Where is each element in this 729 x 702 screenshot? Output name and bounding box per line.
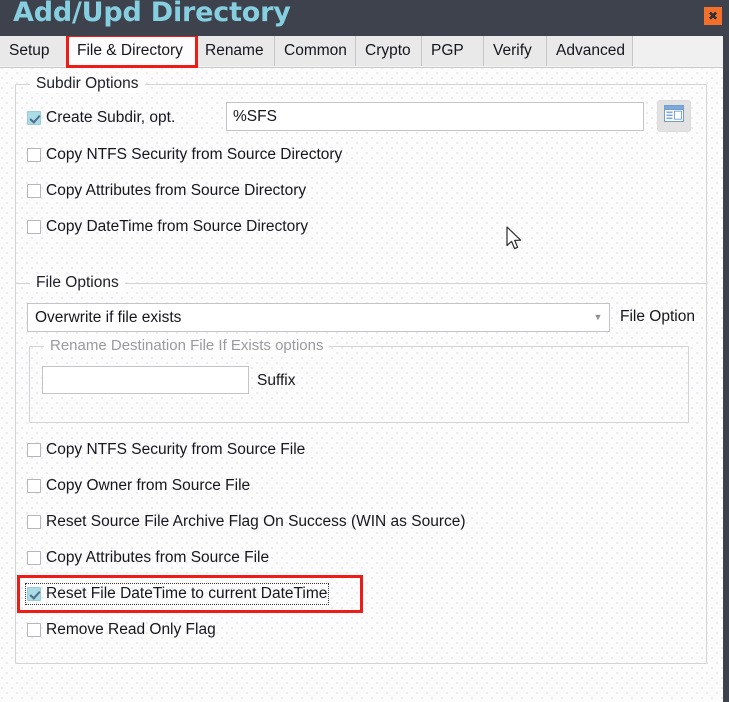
checkbox-label: Copy NTFS Security from Source Directory bbox=[46, 146, 343, 163]
copy-ntfs-security-from-source-file-checkbox[interactable]: Copy NTFS Security from Source File bbox=[27, 441, 305, 459]
checkbox-label: Remove Read Only Flag bbox=[46, 621, 216, 638]
checkbox-indicator[interactable] bbox=[27, 479, 41, 493]
checkbox-indicator[interactable] bbox=[27, 184, 41, 198]
checkbox-label: Copy NTFS Security from Source File bbox=[46, 441, 306, 458]
checkbox-label: Copy Owner from Source File bbox=[46, 477, 251, 494]
copy-owner-from-source-file-checkbox[interactable]: Copy Owner from Source File bbox=[27, 477, 250, 495]
tab-strip: Setup File & Directory Rename Common Cry… bbox=[0, 36, 723, 68]
file-options-legend: File Options bbox=[30, 274, 125, 292]
suffix-input[interactable] bbox=[42, 366, 249, 394]
remove-read-only-flag-checkbox[interactable]: Remove Read Only Flag bbox=[27, 621, 216, 639]
close-icon[interactable]: ✖ bbox=[704, 7, 722, 25]
copy-ntfs-security-from-source-directory-checkbox[interactable]: Copy NTFS Security from Source Directory bbox=[27, 146, 342, 164]
subdir-options-legend: Subdir Options bbox=[30, 75, 145, 93]
copy-attributes-from-source-file-checkbox[interactable]: Copy Attributes from Source File bbox=[27, 549, 269, 567]
checkbox-indicator[interactable] bbox=[27, 111, 41, 125]
window-title: Add/Upd Directory bbox=[13, 0, 291, 28]
checkbox-label: Copy DateTime from Source Directory bbox=[46, 218, 309, 235]
copy-datetime-from-source-directory-checkbox[interactable]: Copy DateTime from Source Directory bbox=[27, 218, 308, 236]
tab-verify[interactable]: Verify bbox=[484, 36, 547, 66]
checkbox-indicator[interactable] bbox=[27, 623, 41, 637]
tab-setup[interactable]: Setup bbox=[0, 36, 68, 66]
tab-advanced[interactable]: Advanced bbox=[547, 36, 633, 66]
file-option-label: File Option bbox=[620, 308, 695, 325]
copy-attributes-from-source-directory-checkbox[interactable]: Copy Attributes from Source Directory bbox=[27, 182, 306, 200]
suffix-label: Suffix bbox=[257, 372, 296, 389]
file-option-value: Overwrite if file exists bbox=[35, 308, 182, 326]
add-upd-directory-window: Add/Upd Directory ✖ Setup File & Directo… bbox=[0, 0, 729, 702]
subdir-browse-button[interactable] bbox=[657, 100, 691, 132]
client-area: Setup File & Directory Rename Common Cry… bbox=[0, 36, 723, 702]
checkbox-indicator[interactable] bbox=[27, 587, 41, 601]
checkbox-indicator[interactable] bbox=[27, 443, 41, 457]
checkbox-label: Reset Source File Archive Flag On Succes… bbox=[46, 513, 466, 530]
rename-destination-legend: Rename Destination File If Exists option… bbox=[44, 337, 330, 354]
checkbox-indicator[interactable] bbox=[27, 515, 41, 529]
create-subdir-checkbox[interactable]: Create Subdir, opt. bbox=[27, 109, 175, 127]
window-browse-icon bbox=[664, 105, 684, 127]
checkbox-label: Copy Attributes from Source Directory bbox=[46, 182, 307, 199]
file-option-select[interactable]: Overwrite if file exists ▼ bbox=[27, 303, 610, 332]
reset-source-file-archive-flag-checkbox[interactable]: Reset Source File Archive Flag On Succes… bbox=[27, 513, 466, 531]
checkbox-indicator[interactable] bbox=[27, 551, 41, 565]
tab-file-and-directory[interactable]: File & Directory bbox=[68, 36, 196, 66]
titlebar: Add/Upd Directory ✖ bbox=[0, 0, 729, 36]
tab-crypto[interactable]: Crypto bbox=[356, 36, 422, 66]
reset-file-datetime-checkbox[interactable]: Reset File DateTime to current DateTime bbox=[24, 583, 330, 605]
checkbox-label: Copy Attributes from Source File bbox=[46, 549, 270, 566]
subdir-input[interactable] bbox=[226, 102, 644, 131]
tab-common[interactable]: Common bbox=[275, 36, 356, 66]
checkbox-indicator[interactable] bbox=[27, 148, 41, 162]
checkbox-label: Reset File DateTime to current DateTime bbox=[46, 585, 328, 602]
chevron-down-icon[interactable]: ▼ bbox=[587, 313, 609, 322]
tab-pgp[interactable]: PGP bbox=[422, 36, 484, 66]
create-subdir-label: Create Subdir, opt. bbox=[46, 109, 176, 126]
tab-rename[interactable]: Rename bbox=[196, 36, 275, 66]
window-right-border bbox=[723, 36, 729, 702]
checkbox-indicator[interactable] bbox=[27, 220, 41, 234]
